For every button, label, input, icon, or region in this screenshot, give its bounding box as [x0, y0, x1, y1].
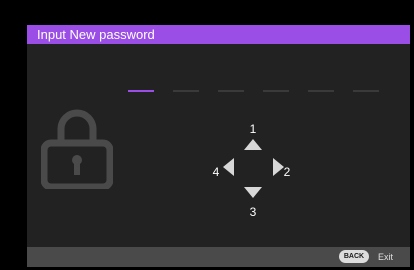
- keypad-label-2: 2: [283, 165, 291, 179]
- back-button[interactable]: BACK: [339, 250, 369, 263]
- keypad-label-4: 4: [212, 165, 220, 179]
- password-digit-slot: [263, 90, 289, 92]
- arrow-up-icon[interactable]: [243, 138, 263, 152]
- password-digit-slot: [218, 90, 244, 92]
- password-digit-slot: [353, 90, 379, 92]
- exit-label: Exit: [378, 252, 394, 262]
- password-digit-slot: [173, 90, 199, 92]
- footer-bar: BACK Exit: [27, 247, 410, 267]
- lock-icon: [41, 109, 113, 189]
- password-digit-slot: [308, 90, 334, 92]
- keypad-label-3: 3: [249, 205, 257, 219]
- password-digit-slot: [128, 90, 154, 92]
- arrow-down-icon[interactable]: [243, 185, 263, 199]
- keypad-label-1: 1: [249, 122, 257, 136]
- arrow-left-icon[interactable]: [222, 157, 236, 177]
- password-dialog: Input New password 1 4 2 3 BACK Exit: [27, 25, 410, 267]
